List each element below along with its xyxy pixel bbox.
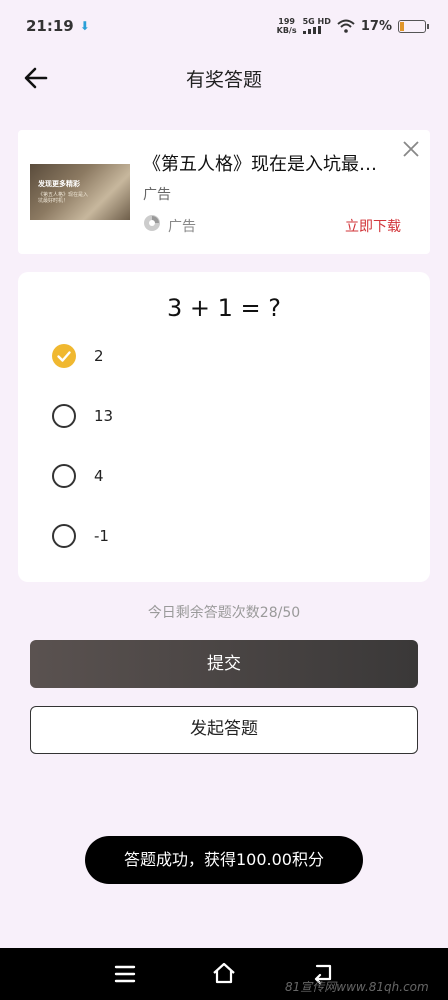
quiz-option[interactable]: 4: [52, 461, 392, 491]
submit-button[interactable]: 提交: [30, 640, 418, 688]
home-icon[interactable]: [211, 961, 237, 985]
watermark-text: 81宣传网www.81qh.com: [285, 980, 429, 994]
radio-circle-icon[interactable]: [52, 524, 76, 548]
question-text: 3 + 1 = ?: [166, 294, 281, 322]
status-bar: 21:19 ⬇ 199 KB/s 5G HD 17%: [0, 0, 448, 52]
option-label: 2: [94, 347, 104, 365]
quiz-option[interactable]: 13: [52, 401, 392, 431]
battery-percent: 17%: [360, 18, 392, 34]
download-icon: ⬇: [79, 19, 90, 33]
quiz-option[interactable]: -1: [52, 521, 392, 551]
page-title: 有奖答题: [185, 69, 262, 91]
ad-thumb-caption: 《第五人格》现在是入坑最好时机！: [38, 192, 89, 204]
ad-card[interactable]: 发现更多精彩 《第五人格》现在是入坑最好时机！ 《第五人格》现在是入坑最… 广告…: [18, 130, 430, 254]
check-circle-icon[interactable]: [52, 344, 76, 368]
battery-fill: [400, 21, 404, 31]
ad-subtitle: 广告: [143, 187, 171, 203]
quiz-card: 3 + 1 = ? 2 13 4 -1: [18, 272, 430, 582]
quiz-option[interactable]: 2: [52, 341, 392, 371]
option-label: -1: [94, 527, 109, 545]
network-speed: 199 KB/s: [276, 17, 297, 35]
header: 有奖答题: [0, 52, 448, 104]
ad-download-button[interactable]: 立即下载: [345, 216, 401, 236]
ad-title[interactable]: 《第五人格》现在是入坑最…: [143, 150, 398, 176]
start-quiz-button[interactable]: 发起答题: [30, 706, 418, 754]
radio-circle-icon[interactable]: [52, 404, 76, 428]
ad-source-logo-icon: [144, 215, 160, 231]
ad-thumbnail[interactable]: 发现更多精彩 《第五人格》现在是入坑最好时机！: [30, 164, 130, 220]
menu-icon[interactable]: [114, 964, 136, 984]
status-time: 21:19: [26, 17, 74, 35]
option-label: 4: [94, 467, 104, 485]
option-label: 13: [94, 407, 114, 425]
success-toast: 答题成功，获得100.00积分: [85, 836, 363, 884]
wifi-icon: [337, 19, 355, 33]
close-icon[interactable]: [402, 140, 420, 158]
remaining-attempts: 今日剩余答题次数28/50: [0, 602, 448, 622]
status-right: 199 KB/s 5G HD 17%: [276, 17, 429, 36]
battery-icon: [398, 19, 429, 33]
radio-circle-icon[interactable]: [52, 464, 76, 488]
ad-tag: 广告: [168, 219, 196, 235]
remaining-text: 今日剩余答题次数28/50: [147, 605, 301, 621]
ad-thumb-headline: 发现更多精彩: [38, 180, 80, 188]
signal-icon: 5G HD: [302, 17, 331, 36]
